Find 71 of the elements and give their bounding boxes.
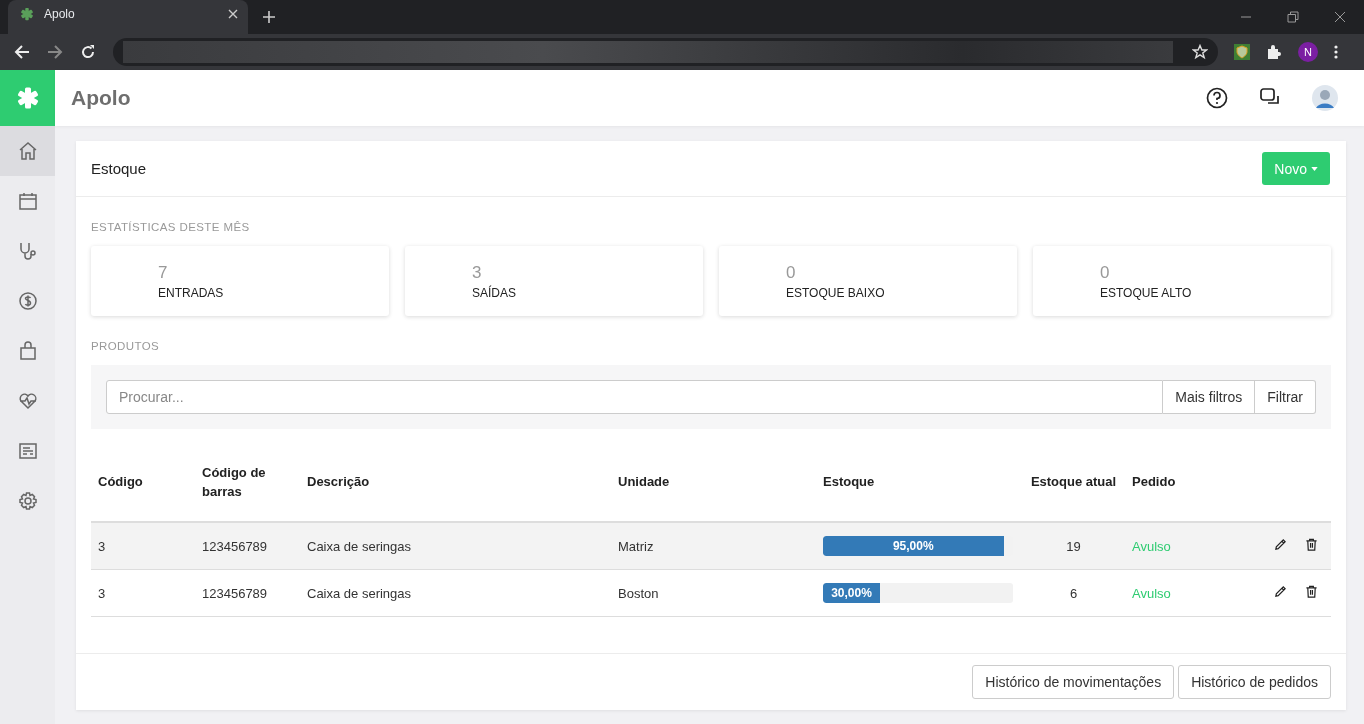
document-list-icon xyxy=(17,441,38,461)
stat-label: ESTOQUE BAIXO xyxy=(786,285,886,300)
section-heading: ESTATÍSTICAS DESTE MÊS xyxy=(91,221,251,233)
reload-icon[interactable] xyxy=(80,44,96,60)
trash-icon[interactable] xyxy=(1305,538,1318,551)
close-icon[interactable] xyxy=(1334,11,1346,23)
profile-avatar[interactable]: N xyxy=(1298,42,1318,62)
new-tab-icon[interactable] xyxy=(262,10,276,24)
shield-extension-icon[interactable] xyxy=(1234,44,1250,60)
section-heading: PRODUTOS xyxy=(91,340,161,352)
stat-label: ENTRADAS xyxy=(158,285,225,300)
table-cell: 123456789 xyxy=(202,538,268,554)
column-header: Código xyxy=(98,474,143,490)
filter-button[interactable]: Filtrar xyxy=(1255,380,1316,414)
app-name: Apolo xyxy=(71,86,131,110)
asterisk-icon xyxy=(20,7,34,21)
table-cell: 19 xyxy=(1066,538,1081,554)
search-field[interactable]: Procurar... xyxy=(106,380,1164,414)
table-cell: 123456789 xyxy=(202,585,268,601)
home-icon xyxy=(17,141,38,161)
table-row[interactable]: 3 123456789 Caixa de seringas Boston 30,00% 6 Avulso xyxy=(91,569,1331,617)
heartbeat-icon xyxy=(17,391,38,411)
browser-tab[interactable]: Apolo xyxy=(8,0,248,34)
pencil-icon[interactable] xyxy=(1274,585,1287,598)
more-filters-button[interactable]: Mais filtros xyxy=(1163,380,1256,414)
percent-label: 30,00% xyxy=(831,586,872,600)
user-avatar[interactable] xyxy=(1312,85,1338,111)
kebab-menu-icon[interactable] xyxy=(1334,44,1338,60)
table-cell: 6 xyxy=(1069,585,1078,601)
table-cell: 3 xyxy=(98,585,106,601)
table-cell: Caixa de seringas xyxy=(307,538,412,554)
stat-label: ESTOQUE ALTO xyxy=(1100,285,1193,300)
star-icon[interactable] xyxy=(1192,44,1208,60)
sidebar-item[interactable] xyxy=(0,126,55,176)
history-button[interactable]: Histórico de pedidos xyxy=(1178,665,1331,699)
logo-tile[interactable] xyxy=(0,70,55,126)
stat-value: 3 xyxy=(472,262,483,283)
dollar-icon xyxy=(17,291,38,311)
trash-icon[interactable] xyxy=(1305,585,1318,598)
table-cell: 3 xyxy=(98,538,106,554)
column-header: Código de barras xyxy=(202,465,266,499)
percent-label: 95,00% xyxy=(892,539,934,553)
column-header: Descrição xyxy=(307,474,370,490)
back-arrow-icon[interactable] xyxy=(14,44,30,60)
stat-label: SAÍDAS xyxy=(472,285,517,300)
stat-value: 0 xyxy=(786,262,797,283)
stat-value: 0 xyxy=(1100,262,1111,283)
table-cell: Caixa de seringas xyxy=(307,585,412,601)
column-header: Unidade xyxy=(618,474,670,490)
caret-icon xyxy=(1311,166,1318,171)
column-header: Estoque atual xyxy=(1030,474,1117,490)
page-title: Estoque xyxy=(91,160,147,177)
table-row[interactable]: 3 123456789 Caixa de seringas Matriz 95,00% 19 Avulso xyxy=(91,522,1331,570)
table-cell: Matriz xyxy=(618,538,654,554)
stat-value: 7 xyxy=(158,262,169,283)
column-header: Estoque xyxy=(823,474,875,490)
pencil-icon[interactable] xyxy=(1274,538,1287,551)
calendar-icon xyxy=(17,191,38,211)
settings-icon xyxy=(17,491,38,511)
tab-title: Apolo xyxy=(44,7,76,21)
shopping-bag-icon xyxy=(17,341,38,361)
stethoscope-icon xyxy=(17,241,38,261)
asterisk-icon xyxy=(15,86,40,110)
table-cell: Boston xyxy=(618,585,659,601)
history-button[interactable]: Histórico de movimentações xyxy=(972,665,1175,699)
puzzle-icon[interactable] xyxy=(1266,44,1282,60)
forward-arrow-icon[interactable] xyxy=(47,44,63,60)
column-header: Pedido xyxy=(1132,474,1176,490)
help-icon[interactable] xyxy=(1206,87,1228,109)
restore-icon[interactable] xyxy=(1287,11,1299,23)
close-icon[interactable] xyxy=(228,9,238,19)
